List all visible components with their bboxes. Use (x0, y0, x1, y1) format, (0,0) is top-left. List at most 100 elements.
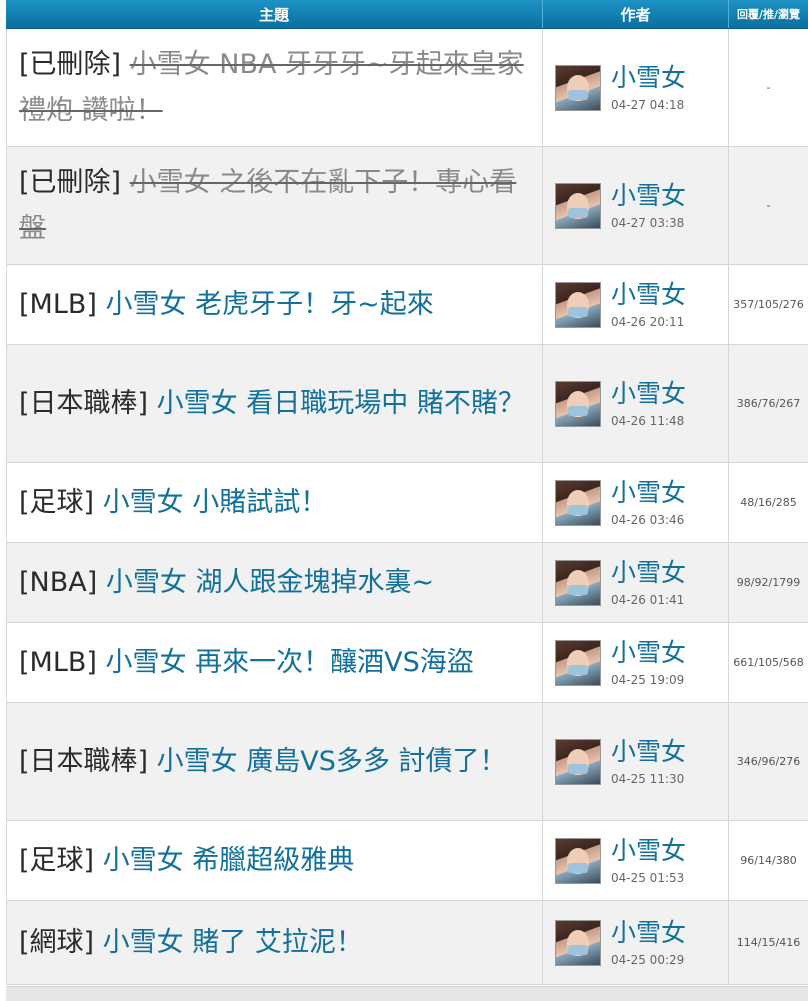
post-time: 04-26 01:41 (611, 592, 685, 607)
topic-cell: [日本職棒] 小雪女 看日職玩場中 賭不賭？ (6, 345, 543, 462)
topic-text: [已刪除] 小雪女 NBA 牙牙牙~牙起來皇家禮炮 讚啦！ (19, 42, 532, 134)
author-cell: 小雪女 04-25 11:30 (543, 703, 729, 820)
author-cell: 小雪女 04-25 00:29 (543, 901, 729, 984)
topic-cell: [MLB] 小雪女 老虎牙子！牙~起來 (6, 265, 543, 344)
topic-cell: [已刪除] 小雪女 之後不在亂下子！專心看盤 (6, 147, 543, 264)
author-info: 小雪女 04-27 04:18 (611, 63, 686, 113)
post-time: 04-27 03:38 (611, 215, 685, 230)
table-row: [MLB] 小雪女 老虎牙子！牙~起來 小雪女 04-26 20:11 357/105… (6, 265, 808, 345)
topic-title-link[interactable]: 小雪女 小賭試試！ (103, 487, 328, 518)
topic-text: [MLB] 小雪女 老虎牙子！牙~起來 (19, 282, 532, 328)
table-row: [日本職棒] 小雪女 廣島VS多多 討債了！ 小雪女 04-25 11:30 346/… (6, 703, 808, 821)
author-name-link[interactable]: 小雪女 (611, 918, 686, 948)
topic-category[interactable]: [網球] (19, 927, 94, 958)
post-time: 04-26 11:48 (611, 413, 685, 428)
topic-title-link[interactable]: 小雪女 賭了 艾拉泥！ (103, 927, 363, 958)
author-cell: 小雪女 04-25 19:09 (543, 623, 729, 702)
author-name-link[interactable]: 小雪女 (611, 379, 686, 409)
topic-title-link[interactable]: 小雪女 希臘超級雅典 (103, 845, 355, 876)
avatar[interactable] (555, 64, 601, 111)
author-info: 小雪女 04-27 03:38 (611, 181, 686, 231)
author-info: 小雪女 04-25 00:29 (611, 918, 686, 968)
topic-category[interactable]: [日本職棒] (19, 388, 148, 419)
post-time: 04-25 01:53 (611, 870, 685, 885)
author-cell: 小雪女 04-26 20:11 (543, 265, 729, 344)
author-cell: 小雪女 04-26 03:46 (543, 463, 729, 542)
topic-title-link[interactable]: 小雪女 湖人跟金塊掉水裏~ (106, 567, 434, 598)
table-row: [日本職棒] 小雪女 看日職玩場中 賭不賭？ 小雪女 04-26 11:48 386/… (6, 345, 808, 463)
post-time: 04-26 03:46 (611, 512, 685, 527)
topic-category[interactable]: [MLB] (19, 289, 97, 320)
topic-cell: [MLB] 小雪女 再來一次！釀酒VS海盜 (6, 623, 543, 702)
stats-cell: - (766, 199, 771, 212)
topic-category[interactable]: [足球] (19, 487, 94, 518)
author-cell: 小雪女 04-26 01:41 (543, 543, 729, 622)
topic-title-link[interactable]: 小雪女 廣島VS多多 討債了！ (157, 746, 507, 777)
author-cell: 小雪女 04-25 01:53 (543, 821, 729, 900)
stats-cell: 114/15/416 (736, 936, 801, 949)
stats-cell: - (766, 81, 771, 94)
header-stats[interactable]: 回覆/推/瀏覽 (729, 0, 808, 28)
table-row: [已刪除] 小雪女 之後不在亂下子！專心看盤 小雪女 04-27 03:38 - (6, 147, 808, 265)
topic-title-link[interactable]: 小雪女 老虎牙子！牙~起來 (106, 289, 434, 320)
topic-title-link[interactable]: 小雪女 看日職玩場中 賭不賭？ (157, 388, 525, 419)
stats-cell: 661/105/568 (733, 656, 804, 669)
topic-title-link[interactable]: 小雪女 再來一次！釀酒VS海盜 (106, 647, 474, 678)
author-name-link[interactable]: 小雪女 (611, 836, 686, 866)
table-row: [NBA] 小雪女 湖人跟金塊掉水裏~ 小雪女 04-26 01:41 98/92/1… (6, 543, 808, 623)
author-cell: 小雪女 04-26 11:48 (543, 345, 729, 462)
stats-cell: 346/96/276 (736, 755, 801, 768)
topic-category[interactable]: [日本職棒] (19, 746, 148, 777)
author-name-link[interactable]: 小雪女 (611, 737, 686, 767)
stats-cell: 96/14/380 (740, 854, 797, 867)
table-row: [足球] 小雪女 希臘超級雅典 小雪女 04-25 01:53 96/14/380 (6, 821, 808, 901)
avatar[interactable] (555, 738, 601, 785)
author-info: 小雪女 04-25 11:30 (611, 737, 686, 787)
post-time: 04-26 20:11 (611, 314, 685, 329)
topic-cell: [NBA] 小雪女 湖人跟金塊掉水裏~ (6, 543, 543, 622)
author-info: 小雪女 04-26 03:46 (611, 478, 686, 528)
avatar[interactable] (555, 182, 601, 229)
author-name-link[interactable]: 小雪女 (611, 638, 686, 668)
author-info: 小雪女 04-26 01:41 (611, 558, 686, 608)
topic-category[interactable]: [MLB] (19, 647, 97, 678)
avatar[interactable] (555, 281, 601, 328)
topic-text: [NBA] 小雪女 湖人跟金塊掉水裏~ (19, 560, 532, 606)
stats-cell: 98/92/1799 (736, 576, 801, 589)
author-info: 小雪女 04-26 20:11 (611, 280, 686, 330)
header-author[interactable]: 作者 (543, 0, 729, 28)
avatar[interactable] (555, 639, 601, 686)
avatar[interactable] (555, 837, 601, 884)
table-header: 主題 作者 回覆/推/瀏覽 (6, 0, 808, 29)
topic-category[interactable]: [已刪除] (19, 49, 121, 80)
avatar[interactable] (555, 380, 601, 427)
topic-category[interactable]: [足球] (19, 845, 94, 876)
topic-text: [足球] 小雪女 小賭試試！ (19, 480, 532, 526)
topic-text: [日本職棒] 小雪女 看日職玩場中 賭不賭？ (19, 381, 532, 427)
avatar[interactable] (555, 919, 601, 966)
header-topic[interactable]: 主題 (6, 0, 543, 28)
author-name-link[interactable]: 小雪女 (611, 181, 686, 211)
topic-category[interactable]: [已刪除] (19, 167, 121, 198)
author-cell: 小雪女 04-27 03:38 (543, 147, 729, 264)
post-time: 04-25 00:29 (611, 952, 685, 967)
author-name-link[interactable]: 小雪女 (611, 558, 686, 588)
topic-category[interactable]: [NBA] (19, 567, 97, 598)
stats-cell: 357/105/276 (733, 298, 804, 311)
author-name-link[interactable]: 小雪女 (611, 63, 686, 93)
topic-text: [已刪除] 小雪女 之後不在亂下子！專心看盤 (19, 160, 532, 252)
stats-cell: 386/76/267 (736, 397, 801, 410)
avatar[interactable] (555, 559, 601, 606)
author-info: 小雪女 04-25 19:09 (611, 638, 686, 688)
table-row: [網球] 小雪女 賭了 艾拉泥！ 小雪女 04-25 00:29 114/15/416 (6, 901, 808, 985)
topic-table: 主題 作者 回覆/推/瀏覽 [已刪除] 小雪女 NBA 牙牙牙~牙起來皇家禮炮 … (6, 0, 808, 985)
table-row: [MLB] 小雪女 再來一次！釀酒VS海盜 小雪女 04-25 19:09 661/1… (6, 623, 808, 703)
post-time: 04-25 11:30 (611, 771, 685, 786)
topic-cell: [足球] 小雪女 希臘超級雅典 (6, 821, 543, 900)
author-info: 小雪女 04-25 01:53 (611, 836, 686, 886)
topic-rows: [已刪除] 小雪女 NBA 牙牙牙~牙起來皇家禮炮 讚啦！ 小雪女 04-27 04… (6, 29, 808, 985)
author-name-link[interactable]: 小雪女 (611, 478, 686, 508)
avatar[interactable] (555, 479, 601, 526)
horizontal-scrollbar[interactable] (6, 986, 808, 1001)
author-name-link[interactable]: 小雪女 (611, 280, 686, 310)
